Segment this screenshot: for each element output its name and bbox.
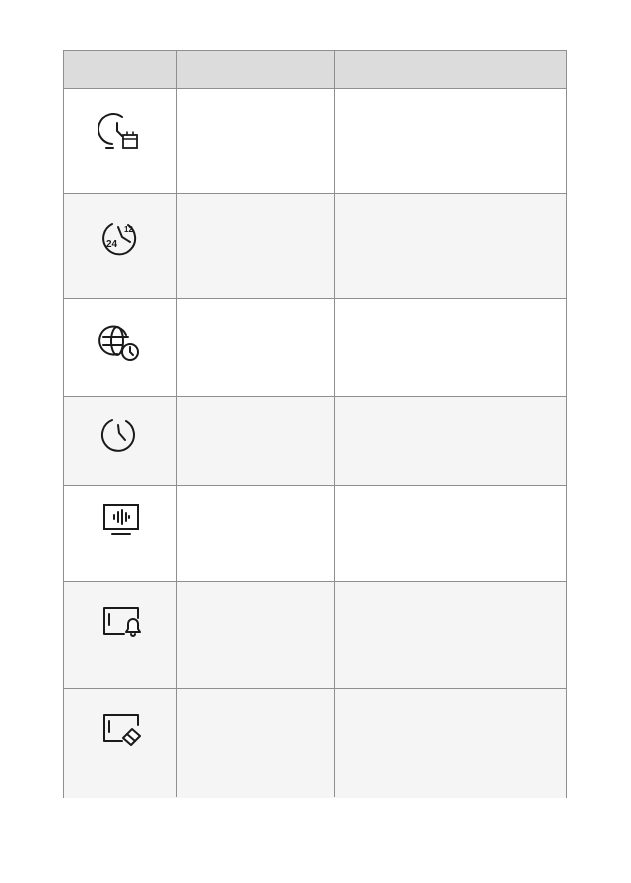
table-row: [64, 397, 566, 486]
table-row: [64, 299, 566, 397]
table-header-row: [64, 51, 566, 89]
globe-clock-icon: [98, 321, 144, 367]
table-row: [64, 89, 566, 194]
table-row: [64, 486, 566, 582]
table-row: [64, 582, 566, 689]
clock-icon: [98, 411, 144, 457]
table-row: [64, 689, 566, 798]
svg-text:12: 12: [124, 225, 133, 234]
icon-table: 24 12: [63, 50, 567, 798]
svg-text:24: 24: [106, 239, 118, 250]
monitor-audio-wave-icon: [98, 498, 144, 544]
card-bell-icon: [98, 598, 144, 644]
column-divider: [176, 51, 177, 797]
card-eraser-icon: [98, 705, 144, 751]
clock-24-12-icon: 24 12: [98, 216, 144, 262]
column-divider: [334, 51, 335, 797]
clock-calendar-icon: [98, 111, 144, 157]
table-row: 24 12: [64, 194, 566, 299]
